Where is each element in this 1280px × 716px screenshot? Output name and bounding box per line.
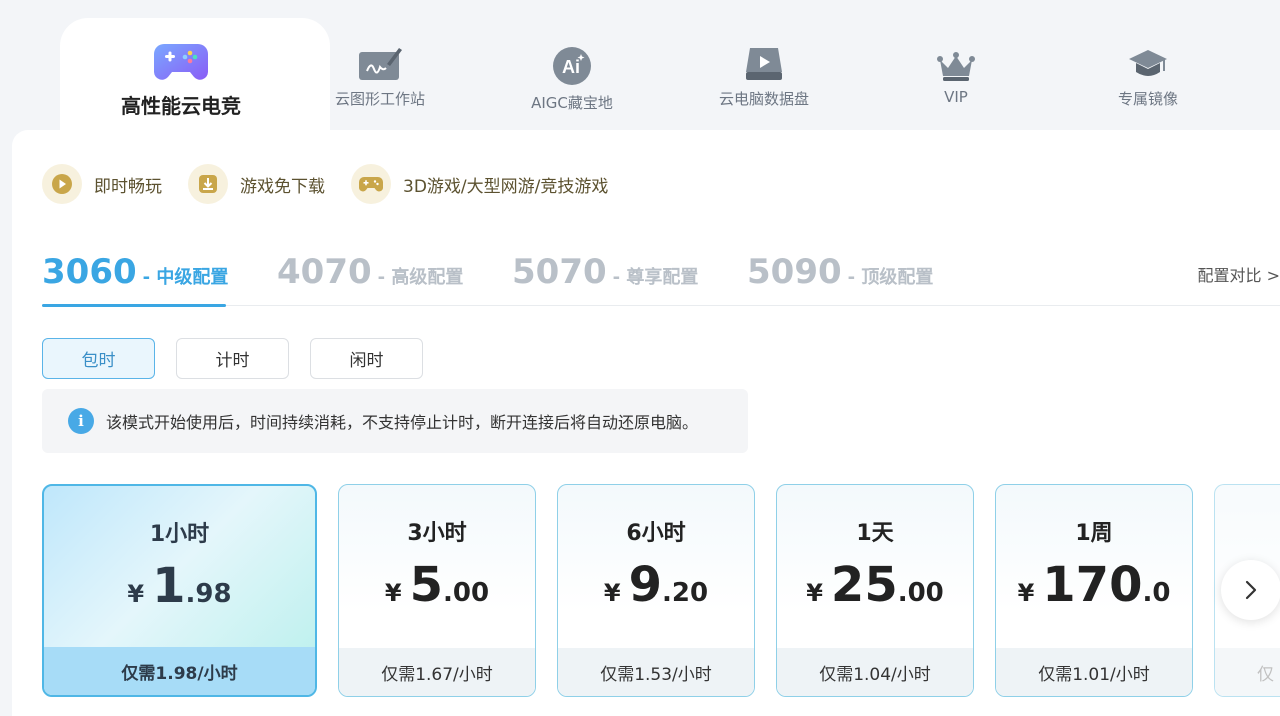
nav-item-vip[interactable]: VIP xyxy=(876,50,1036,106)
price-card-6-hours[interactable]: 6小时 ¥9.20 仅需1.53/小时 xyxy=(557,484,755,697)
download-icon xyxy=(188,164,228,204)
top-nav: 高性能云电竞 云图形工作站 Ai AIGC藏宝地 云电脑数据盘 VIP 专属镜像 xyxy=(0,0,1280,138)
next-cards-button[interactable] xyxy=(1221,560,1280,620)
active-tab-underline xyxy=(42,304,226,307)
config-number: 4070 xyxy=(277,252,372,292)
price-card-1-day[interactable]: 1天 ¥25.00 仅需1.04/小时 xyxy=(776,484,974,697)
nav-label: 云电脑数据盘 xyxy=(718,90,809,108)
config-number: 5070 xyxy=(512,252,607,292)
price-integer: 25 xyxy=(830,557,898,613)
notice-text: 该模式开始使用后，时间持续消耗，不支持停止计时，断开连接后将自动还原电脑。 xyxy=(106,413,699,432)
price-decimal: .0 xyxy=(1142,578,1171,608)
price-integer: 5 xyxy=(409,557,444,613)
currency-symbol: ¥ xyxy=(384,579,402,607)
feature-text: 即时畅玩 xyxy=(94,176,162,197)
currency-symbol: ¥ xyxy=(603,579,621,607)
card-duration: 1小时 xyxy=(149,522,210,547)
config-name: - 尊享配置 xyxy=(612,267,699,288)
mode-metered-button[interactable]: 计时 xyxy=(176,338,289,379)
nav-item-cloud-gaming[interactable]: 高性能云电竞 xyxy=(101,40,261,119)
gamepad-icon xyxy=(154,44,208,80)
feature-item: 3D游戏/大型网游/竞技游戏 xyxy=(351,164,608,204)
nav-label: VIP xyxy=(944,88,968,106)
card-duration: 1周 xyxy=(1075,521,1113,546)
price-decimal: .20 xyxy=(662,578,709,608)
nav-label: 云图形工作站 xyxy=(334,90,425,108)
tab-config-4070[interactable]: 4070 - 高级配置 xyxy=(277,248,463,306)
card-per-hour: 仅需1.67/小时 xyxy=(339,648,535,696)
config-number: 3060 xyxy=(42,252,137,292)
chevron-right-icon xyxy=(1245,580,1257,600)
billing-mode-group: 包时 计时 闲时 xyxy=(42,338,423,379)
card-per-hour: 仅需1.98/小时 xyxy=(44,647,315,695)
config-compare-link[interactable]: 配置对比 > xyxy=(1198,262,1280,286)
card-price: ¥1.98 xyxy=(44,558,315,614)
nav-item-exclusive-image[interactable]: 专属镜像 xyxy=(1068,48,1228,109)
card-price: ¥25.00 xyxy=(777,557,973,613)
feature-text: 3D游戏/大型网游/竞技游戏 xyxy=(403,176,609,197)
ai-badge-icon: Ai xyxy=(553,47,591,85)
currency-symbol: ¥ xyxy=(127,580,145,608)
price-card-1-week[interactable]: 1周 ¥170.0 仅需1.01/小时 xyxy=(995,484,1193,697)
price-decimal: .98 xyxy=(185,579,232,609)
tab-config-5070[interactable]: 5070 - 尊享配置 xyxy=(512,248,698,306)
price-card-list: 1小时 ¥1.98 仅需1.98/小时 3小时 ¥5.00 仅需1.67/小时 … xyxy=(0,484,1280,700)
gamepad-small-icon xyxy=(351,164,391,204)
card-duration: 3小时 xyxy=(407,521,467,546)
nav-item-data-disk[interactable]: 云电脑数据盘 xyxy=(684,46,844,109)
card-price: ¥170.0 xyxy=(996,557,1192,613)
info-icon: i xyxy=(68,408,94,434)
card-price: ¥9.20 xyxy=(558,557,754,613)
graduation-cap-icon xyxy=(1129,50,1167,76)
price-integer: 170 xyxy=(1042,557,1143,613)
config-number: 5090 xyxy=(747,252,842,292)
card-price: ¥5.00 xyxy=(339,557,535,613)
nav-label: 专属镜像 xyxy=(1117,90,1178,108)
mode-idle-time-button[interactable]: 闲时 xyxy=(310,338,423,379)
play-icon xyxy=(42,164,82,204)
price-integer: 1 xyxy=(152,558,186,614)
price-decimal: .00 xyxy=(443,578,490,608)
card-per-hour: 仅需1.01/小时 xyxy=(996,648,1192,696)
drawing-tablet-icon xyxy=(359,48,402,80)
mode-package-time-button[interactable]: 包时 xyxy=(42,338,155,379)
mode-notice: i 该模式开始使用后，时间持续消耗，不支持停止计时，断开连接后将自动还原电脑。 xyxy=(42,389,748,453)
config-name: - 中级配置 xyxy=(142,267,229,288)
nav-item-aigc[interactable]: Ai AIGC藏宝地 xyxy=(492,46,652,113)
card-per-hour: 仅需1.53/小时 xyxy=(558,648,754,696)
nav-label: AIGC藏宝地 xyxy=(531,94,613,112)
config-tabs: 3060 - 中级配置 4070 - 高级配置 5070 - 尊享配置 5090… xyxy=(42,248,1280,307)
tab-config-3060[interactable]: 3060 - 中级配置 xyxy=(42,248,229,307)
card-duration: 1天 xyxy=(856,521,894,546)
feature-item: 游戏免下载 xyxy=(188,164,325,204)
card-per-hour: 仅 xyxy=(1215,648,1280,696)
nav-label: 高性能云电竞 xyxy=(121,94,241,118)
crown-icon xyxy=(937,52,975,81)
feature-text: 游戏免下载 xyxy=(240,176,325,197)
card-duration: 6小时 xyxy=(626,521,686,546)
nav-item-graphics-workstation[interactable]: 云图形工作站 xyxy=(300,46,460,109)
price-card-1-hour[interactable]: 1小时 ¥1.98 仅需1.98/小时 xyxy=(42,484,317,697)
tab-config-5090[interactable]: 5090 - 顶级配置 xyxy=(747,248,933,306)
currency-symbol: ¥ xyxy=(806,579,823,607)
hard-drive-icon xyxy=(746,48,782,80)
feature-list: 即时畅玩 游戏免下载 3D游戏/大型网游/竞技游戏 xyxy=(42,164,608,204)
svg-text:Ai: Ai xyxy=(562,57,580,77)
price-integer: 9 xyxy=(628,557,663,613)
card-per-hour: 仅需1.04/小时 xyxy=(777,648,973,696)
config-name: - 顶级配置 xyxy=(847,267,934,288)
price-decimal: .00 xyxy=(897,578,944,608)
feature-item: 即时畅玩 xyxy=(42,164,162,204)
config-name: - 高级配置 xyxy=(377,267,464,288)
price-card-3-hours[interactable]: 3小时 ¥5.00 仅需1.67/小时 xyxy=(338,484,536,697)
currency-symbol: ¥ xyxy=(1017,579,1035,607)
